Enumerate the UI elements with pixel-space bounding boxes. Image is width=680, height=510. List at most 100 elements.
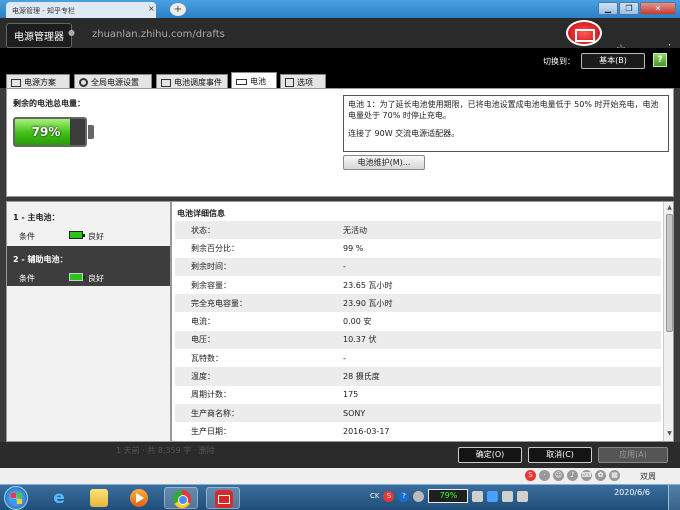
detail-value: 23.90 瓦小时: [343, 298, 393, 308]
start-button-icon[interactable]: [4, 486, 28, 510]
browser-tab-label: 电源管理 - 知乎专栏: [12, 7, 75, 15]
settings-tray-icon[interactable]: [413, 490, 425, 502]
tab-battery-events[interactable]: 电池调度事件: [156, 74, 228, 88]
detail-value: 无活动: [343, 225, 367, 235]
battery-gauge-cap: [88, 125, 94, 139]
close-button[interactable]: ✕: [640, 2, 676, 15]
taskbar: e CK S ? 79% 2020/6/6: [0, 484, 680, 510]
chrome-icon: [173, 490, 191, 508]
tab-close-icon[interactable]: ×: [148, 4, 155, 13]
mini-battery-icon: [69, 273, 85, 281]
battery-info-line: 电池 1：为了延长电池使用期限，已将电池设置成电池电量低于 50% 时开始充电，…: [348, 100, 659, 120]
table-row: 温度： 28 摄氏度: [175, 367, 661, 386]
battery-info-box: 电池 1：为了延长电池使用期限，已将电池设置成电池电量低于 50% 时开始充电，…: [343, 95, 669, 152]
lock-icon: ●: [68, 28, 75, 37]
input-language[interactable]: CK: [370, 492, 379, 500]
help-icon[interactable]: ?: [653, 53, 667, 67]
show-desktop-button[interactable]: [668, 485, 680, 510]
scroll-down-icon[interactable]: ▼: [665, 430, 673, 439]
adapter-info-line: 连接了 90W 交流电源适配器。: [348, 129, 460, 138]
battery-summary-panel: 剩余的电池总电量： 79% 电池 1：为了延长电池使用期限，已将电池设置成电池电…: [6, 88, 674, 197]
details-table: 状态： 无活动 剩余百分比： 99 % 剩余时间： - 剩余容量： 23.65 瓦小时 完全充电…: [175, 221, 661, 441]
switch-toolbar: 切换到： 基本(B) ?: [0, 48, 680, 72]
sogou-tray-icon[interactable]: S: [383, 490, 395, 502]
volume-icon[interactable]: [517, 490, 529, 502]
browser-window: 电源管理 - 知乎专栏 × + ▁ ❐ ✕ 电源管理器 ● zhuanlan.z…: [0, 0, 680, 484]
detail-value: SONY: [343, 408, 366, 418]
status-icon-group: S · ☺ ♪ ⌨ ✿ ▦: [525, 470, 620, 481]
detail-key: 温度：: [191, 372, 215, 382]
detail-value: 2016-03-17: [343, 426, 390, 436]
keyboard-icon: ⌨: [581, 470, 592, 481]
condition-value: 良好: [88, 274, 104, 283]
address-bar[interactable]: zhuanlan.zhihu.com/drafts: [92, 29, 225, 40]
battery-details-panel: 电池详细信息 状态： 无活动 剩余百分比： 99 % 剩余时间： - 剩余容量： 23.65 …: [171, 201, 674, 442]
tab-label: 全局电源设置: [91, 78, 139, 87]
new-tab-button[interactable]: +: [170, 3, 186, 16]
microphone-icon: ♪: [567, 470, 578, 481]
scroll-up-icon[interactable]: ▲: [665, 204, 673, 213]
punctuation-icon: ·: [539, 470, 550, 481]
taskbar-ie[interactable]: e: [42, 487, 76, 509]
apply-button[interactable]: 应用(A): [598, 447, 668, 463]
dialog-button-bar: 1 天前 · 共 8,359 字 · 删除 确定(O) 取消(C) 应用(A): [0, 442, 680, 468]
detail-value: 99 %: [343, 243, 364, 253]
detail-key: 剩余时间：: [191, 262, 231, 272]
status-right-text: 双周: [640, 472, 656, 481]
table-row: 完全充电容量： 23.90 瓦小时: [175, 294, 661, 313]
app-title: 电源管理器: [6, 23, 72, 48]
network-icon[interactable]: [502, 490, 514, 502]
tools-icon: ▦: [609, 470, 620, 481]
tab-battery[interactable]: 电池: [231, 72, 277, 88]
browser-tab[interactable]: 电源管理 - 知乎专栏: [6, 2, 156, 18]
battery-maintenance-button[interactable]: 电池维护(M)...: [343, 155, 425, 170]
detail-key: 剩余百分比：: [191, 243, 239, 253]
minimize-button[interactable]: ▁: [598, 2, 618, 15]
detail-key: 状态：: [191, 225, 215, 235]
doc-icon: [11, 78, 21, 87]
power-manager-icon: [215, 490, 233, 508]
condition-label: 条件: [19, 232, 35, 241]
basic-mode-button[interactable]: 基本(B): [581, 53, 645, 69]
battery-percent-text: 79%: [31, 125, 61, 139]
detail-value: 10.37 伏: [343, 335, 377, 345]
clock[interactable]: 2020/6/6: [608, 488, 650, 498]
table-row: 剩余百分比： 99 %: [175, 239, 661, 257]
battery-logo-icon: [566, 20, 602, 46]
maximize-button[interactable]: ❐: [619, 2, 639, 15]
taskbar-chrome[interactable]: [164, 487, 198, 509]
battery-item-auxiliary[interactable]: 2 - 辅助电池： 条件 良好: [7, 246, 170, 286]
table-row: 状态： 无活动: [175, 221, 661, 240]
detail-value: 28 摄氏度: [343, 372, 380, 382]
cancel-button[interactable]: 取消(C): [528, 447, 592, 463]
total-battery-gauge: 79%: [13, 117, 87, 147]
battery-item-main[interactable]: 1 - 主电池： 条件 良好: [7, 204, 170, 244]
detail-value: 23.65 瓦小时: [343, 280, 393, 290]
detail-key: 生产日期：: [191, 426, 231, 436]
browser-status-text: 1 天前 · 共 8,359 字 · 删除: [116, 446, 215, 455]
usb-tray-icon[interactable]: [472, 490, 484, 502]
help-tray-icon[interactable]: ?: [398, 490, 410, 502]
tab-label: 电池: [250, 77, 266, 86]
taskbar-power-manager[interactable]: [206, 487, 240, 509]
bluetooth-icon[interactable]: [487, 490, 499, 502]
mini-battery-icon: [69, 231, 85, 239]
table-row: 剩余容量： 23.65 瓦小时: [175, 276, 661, 294]
table-row: 生产日期： 2016-03-17: [175, 422, 661, 440]
scroll-thumb[interactable]: [666, 214, 673, 332]
taskbar-explorer[interactable]: [82, 487, 116, 509]
details-scrollbar[interactable]: ▲ ▼: [663, 202, 673, 441]
condition-label: 条件: [19, 274, 35, 283]
tab-global-settings[interactable]: 全局电源设置: [74, 74, 152, 88]
tab-options[interactable]: 选项: [280, 74, 326, 88]
sogou-icon: S: [525, 470, 536, 481]
skin-icon: ✿: [595, 470, 606, 481]
ok-button[interactable]: 确定(O): [458, 447, 522, 463]
emoji-icon: ☺: [553, 470, 564, 481]
taskbar-media[interactable]: [122, 487, 156, 509]
folder-icon: [90, 489, 108, 507]
battery-tray-indicator[interactable]: 79%: [428, 489, 469, 503]
battery-icon: [236, 78, 247, 85]
remaining-charge-label: 剩余的电池总电量：: [13, 99, 85, 108]
tab-power-plans[interactable]: 电源方案: [6, 74, 70, 88]
